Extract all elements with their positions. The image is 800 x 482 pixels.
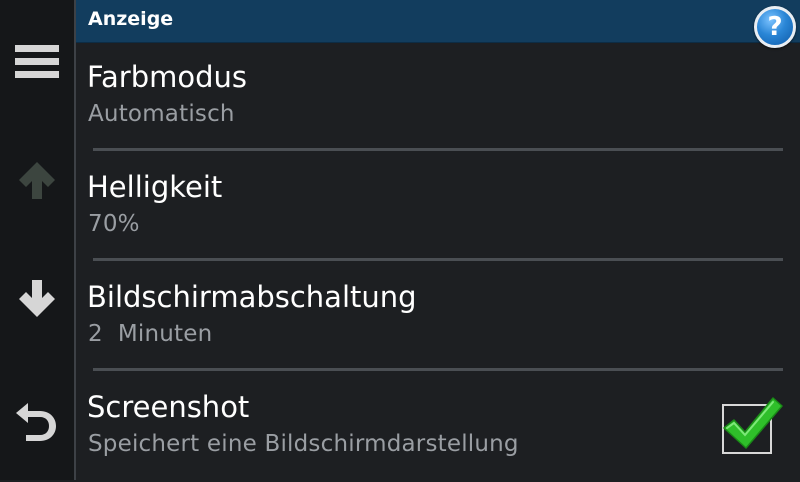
back-icon (14, 397, 60, 443)
setting-item-screen-timeout[interactable]: Bildschirmabschaltung 2 Minuten (76, 262, 800, 372)
setting-label: Farbmodus (87, 60, 248, 94)
divider (93, 368, 783, 371)
menu-icon (15, 43, 59, 81)
setting-item-brightness[interactable]: Helligkeit 70% (76, 152, 800, 262)
setting-label: Bildschirmabschaltung (87, 280, 417, 314)
back-button[interactable] (0, 380, 74, 460)
setting-label: Screenshot (87, 390, 250, 424)
divider (93, 148, 783, 151)
header-bar: Anzeige (76, 0, 800, 43)
screenshot-checkbox[interactable] (722, 397, 783, 454)
setting-item-color-mode[interactable]: Farbmodus Automatisch (76, 42, 800, 152)
help-icon: ? (767, 12, 783, 42)
scroll-down-button[interactable] (0, 259, 74, 339)
setting-value: 70% (88, 211, 140, 237)
setting-value: 2 Minuten (88, 321, 213, 347)
page-title: Anzeige (88, 8, 174, 30)
scroll-up-button[interactable] (0, 140, 74, 220)
setting-item-screenshot[interactable]: Screenshot Speichert eine Bildschirmdars… (76, 372, 800, 482)
setting-value: Speichert eine Bildschirmdarstellung (88, 431, 519, 457)
arrow-up-icon (16, 159, 58, 201)
sidebar (0, 0, 76, 480)
divider (93, 258, 783, 261)
setting-label: Helligkeit (87, 170, 223, 204)
arrow-down-icon (16, 278, 58, 320)
menu-button[interactable] (0, 22, 74, 102)
setting-value: Automatisch (88, 101, 235, 127)
